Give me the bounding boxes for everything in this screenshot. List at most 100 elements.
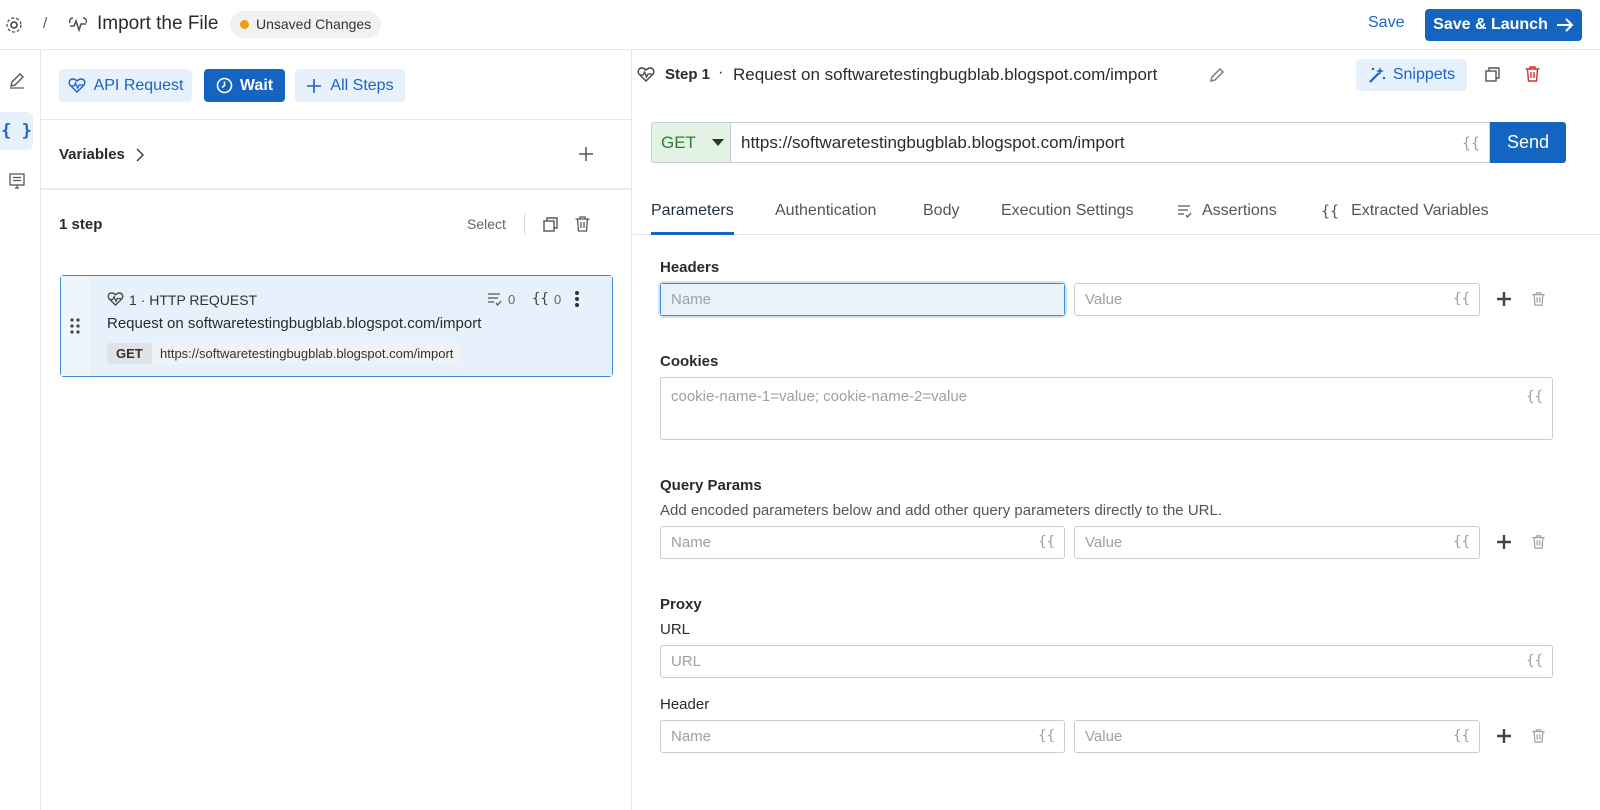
heartbeat-icon [107,292,124,307]
query-name-field[interactable]: {{ [660,526,1065,559]
query-params-hint: Add encoded parameters below and add oth… [660,502,1222,519]
chip-label: All Steps [330,76,394,94]
variable-insert-icon[interactable]: {{ [1453,728,1470,744]
delete-query-param-button[interactable] [1527,531,1549,553]
magic-wand-icon [1368,66,1386,84]
snippets-button[interactable]: Snippets [1356,59,1467,91]
tab-label: Parameters [651,202,734,219]
proxy-header-value-input[interactable] [1075,721,1479,752]
variables-label[interactable]: Variables [59,146,125,163]
pencil-icon [8,71,26,89]
plus-icon [306,78,322,94]
assertions-count: 0 [508,292,516,307]
trash-icon[interactable] [574,215,591,233]
tab-execution-settings[interactable]: Execution Settings [1001,197,1134,235]
variable-insert-icon[interactable]: {{ [1453,291,1470,307]
app-logo-icon[interactable] [4,15,24,35]
status-badge-label: Unsaved Changes [256,16,372,32]
header-value-field[interactable]: {{ [1074,283,1480,316]
add-variable-icon[interactable] [578,146,594,162]
add-header-button[interactable] [1493,288,1515,310]
sidebar-item-variables[interactable]: { } [0,112,33,150]
url-input[interactable] [731,123,1489,162]
all-steps-button[interactable]: All Steps [295,69,405,102]
step-label: Step 1 [665,66,711,83]
proxy-header-name-input[interactable] [661,721,1064,752]
headers-label: Headers [660,259,720,276]
proxy-url-field[interactable]: {{ [660,645,1553,678]
add-query-param-button[interactable] [1493,531,1515,553]
query-value-input[interactable] [1075,527,1479,558]
edit-title-icon[interactable] [1208,66,1226,84]
delete-step-icon[interactable] [1524,65,1541,83]
heartbeat-icon [637,67,655,83]
send-button[interactable]: Send [1490,122,1566,163]
divider [41,188,632,190]
delete-proxy-header-button[interactable] [1527,725,1549,747]
cookies-input[interactable] [661,378,1552,439]
snippets-label: Snippets [1392,66,1456,83]
variable-insert-icon[interactable]: {{ [1038,534,1055,550]
save-launch-button[interactable]: Save & Launch [1425,9,1582,41]
method-select-value: GET [661,132,696,152]
url-field[interactable]: {{ [730,122,1490,163]
variable-insert-icon[interactable]: {{ [1526,389,1543,405]
save-button[interactable]: Save [1368,14,1404,32]
header-name-input[interactable] [661,284,1064,315]
tab-extracted-variables[interactable]: {{ Extracted Variables [1321,197,1489,235]
more-options-icon[interactable] [574,290,580,308]
sidebar-rail: { } [0,50,41,810]
tab-label: Body [923,202,960,219]
chip-label: API Request [93,76,184,94]
query-value-field[interactable]: {{ [1074,526,1480,559]
step-header: 1 · HTTP REQUEST [129,292,258,308]
variable-insert-icon[interactable]: {{ [1453,534,1470,550]
heartbeat-icon [68,77,86,94]
add-wait-button[interactable]: Wait [204,69,285,102]
save-launch-label: Save & Launch [1433,16,1548,33]
tab-label: Assertions [1202,202,1277,219]
header-name-field[interactable] [660,283,1065,316]
step-title: Request on softwaretestingbugblab.blogsp… [733,65,1158,84]
chevron-right-icon[interactable] [135,148,145,162]
proxy-url-input[interactable] [661,646,1552,677]
sidebar-item-edit[interactable] [0,61,33,99]
variable-insert-icon[interactable]: {{ [1462,134,1480,152]
add-proxy-header-button[interactable] [1493,725,1515,747]
step-card-body: 1 · HTTP REQUEST 0 {{ 0 Request on softw… [89,276,612,376]
duplicate-icon[interactable] [542,216,559,233]
proxy-label: Proxy [660,596,702,613]
arrow-right-icon [1556,18,1574,32]
curly-braces-icon: {{ [1321,202,1340,220]
header-value-input[interactable] [1075,284,1479,315]
tab-label: Extracted Variables [1351,202,1489,219]
tab-label: Execution Settings [1001,202,1134,219]
breadcrumb-separator: / [43,15,48,32]
steps-panel: API Request Wait All Steps Variables 1 s… [41,50,632,810]
delete-header-button[interactable] [1527,288,1549,310]
add-api-request-button[interactable]: API Request [59,69,192,102]
sidebar-item-list[interactable] [0,162,33,200]
proxy-header-value-field[interactable]: {{ [1074,720,1480,753]
step-name: Request on softwaretestingbugblab.blogsp… [107,315,482,332]
tab-parameters[interactable]: Parameters [651,197,734,235]
query-name-input[interactable] [661,527,1064,558]
proxy-header-name-field[interactable]: {{ [660,720,1065,753]
tab-body[interactable]: Body [923,197,959,235]
cookies-field[interactable]: {{ [660,377,1553,440]
drag-handle[interactable] [61,276,89,376]
top-bar: / Import the File Unsaved Changes Save S… [0,0,1600,50]
tab-bar: Parameters Authentication Body Execution… [633,197,1600,235]
method-select[interactable]: GET [651,122,730,163]
variable-insert-icon[interactable]: {{ [1038,728,1055,744]
step-editor: Step 1 · Request on softwaretestingbugbl… [633,50,1600,810]
step-card[interactable]: 1 · HTTP REQUEST 0 {{ 0 Request on softw… [60,275,613,377]
tab-authentication[interactable]: Authentication [775,197,876,235]
duplicate-step-icon[interactable] [1484,66,1501,83]
variable-insert-icon[interactable]: {{ [1526,653,1543,669]
step-url: https://softwaretestingbugblab.blogspot.… [153,343,461,364]
select-button[interactable]: Select [467,216,506,232]
divider [41,119,632,120]
status-badge: Unsaved Changes [230,11,382,38]
tab-assertions[interactable]: Assertions [1177,197,1277,235]
